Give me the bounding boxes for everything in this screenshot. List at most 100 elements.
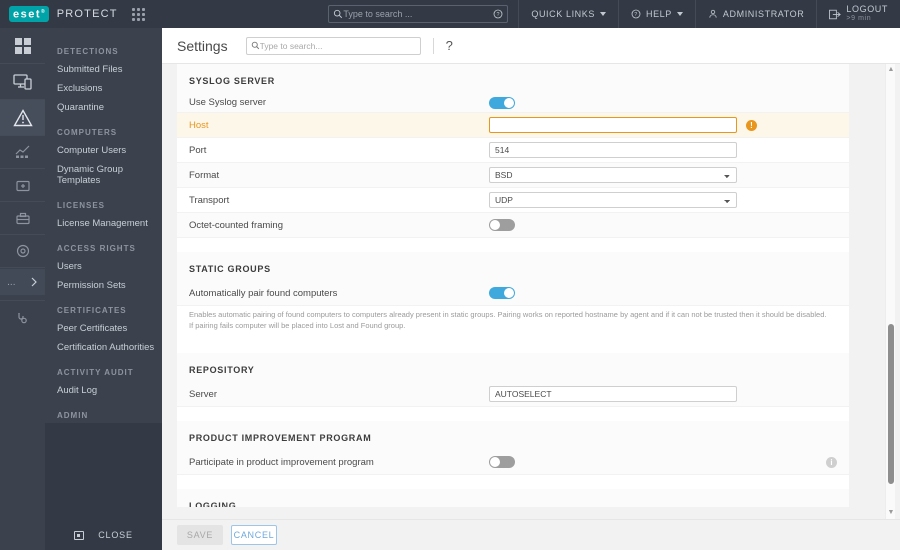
nav-group-certificates: CERTIFICATES xyxy=(57,306,127,315)
eset-logo-text: eset xyxy=(13,8,42,21)
sidebar-item-certification-authorities[interactable]: Certification Authorities xyxy=(45,338,162,357)
settings-scrollbar[interactable]: ▲ ▼ xyxy=(885,64,895,519)
label-repository-server: Server xyxy=(189,388,217,400)
icon-rail: ... xyxy=(0,28,45,550)
chevron-right-icon xyxy=(30,277,38,287)
main-area: Settings ? SYSLOG SERVER Use Syslog serv… xyxy=(162,28,900,550)
row-participate-product-improvement: Participate in product improvement progr… xyxy=(177,450,849,475)
scrollbar-thumb[interactable] xyxy=(888,324,894,484)
format-select[interactable]: BSD xyxy=(489,167,737,183)
policies-target-icon xyxy=(16,244,30,258)
row-port: Port xyxy=(177,138,849,163)
row-auto-pair-found-computers: Automatically pair found computers xyxy=(177,281,849,306)
logout-text-block: LOGOUT >9 min xyxy=(846,4,888,24)
repository-server-input[interactable] xyxy=(489,386,737,402)
nav-close-button[interactable]: CLOSE xyxy=(45,520,162,550)
quick-links-label: QUICK LINKS xyxy=(531,9,595,19)
question-circle-icon[interactable]: ? xyxy=(493,9,503,19)
dashboard-icon xyxy=(14,37,32,55)
label-transport: Transport xyxy=(189,194,230,206)
section-title-logging: LOGGING xyxy=(177,489,849,507)
sidebar-item-dynamic-group-templates[interactable]: Dynamic Group Templates xyxy=(45,160,162,190)
sidebar-item-quarantine[interactable]: Quarantine xyxy=(45,98,162,117)
nav-group-licenses: LICENSES xyxy=(57,201,106,210)
section-title-repository: REPOSITORY xyxy=(177,353,849,382)
rail-item-reports[interactable] xyxy=(0,136,45,169)
global-search-input[interactable] xyxy=(343,9,494,19)
eset-logo: eset® xyxy=(9,5,49,23)
rail-item-policies[interactable] xyxy=(0,235,45,268)
nav-panel: DETECTIONS Submitted Files Exclusions Qu… xyxy=(45,28,162,550)
logout-icon xyxy=(829,9,842,20)
product-name: PROTECT xyxy=(56,8,118,20)
search-icon xyxy=(251,41,260,50)
logout-timer: >9 min xyxy=(846,15,872,22)
settings-search-input[interactable] xyxy=(259,40,416,51)
rail-more-label: ... xyxy=(7,276,16,288)
nav-group-activity-audit: ACTIVITY AUDIT xyxy=(57,368,134,377)
label-auto-pair-found-computers: Automatically pair found computers xyxy=(189,287,338,299)
settings-search[interactable] xyxy=(245,36,421,55)
row-repository-server: Server xyxy=(177,382,849,407)
reports-chart-icon xyxy=(15,145,31,159)
section-spacer xyxy=(177,339,849,353)
user-icon xyxy=(708,9,718,19)
control-format: BSD xyxy=(489,167,837,183)
eset-logo-trademark: ® xyxy=(41,8,45,15)
rail-item-dashboard[interactable] xyxy=(0,28,45,64)
control-use-syslog-server xyxy=(489,96,837,109)
sidebar-item-exclusions[interactable]: Exclusions xyxy=(45,79,162,98)
rail-item-tasks[interactable] xyxy=(0,169,45,202)
rail-item-detections[interactable] xyxy=(0,100,45,136)
section-title-product-improvement-program: PRODUCT IMPROVEMENT PROGRAM xyxy=(177,421,849,450)
page-header: Settings ? xyxy=(162,28,900,64)
sidebar-item-users[interactable]: Users xyxy=(45,257,162,276)
row-use-syslog-server: Use Syslog server xyxy=(177,93,849,113)
host-input[interactable] xyxy=(489,117,737,133)
status-overview-icon xyxy=(16,311,30,325)
global-search[interactable]: ? xyxy=(328,5,509,23)
cancel-button[interactable]: CANCEL xyxy=(231,525,277,545)
nav-group-computers: COMPUTERS xyxy=(57,128,118,137)
nav-close-label: CLOSE xyxy=(98,530,133,540)
computers-icon xyxy=(12,73,33,91)
sidebar-item-peer-certificates[interactable]: Peer Certificates xyxy=(45,319,162,338)
section-spacer xyxy=(177,475,849,489)
app-grid-icon[interactable] xyxy=(131,7,145,21)
toggle-use-syslog-server[interactable] xyxy=(489,96,515,109)
nav-group-access-rights: ACCESS RIGHTS xyxy=(57,244,136,253)
quick-links-menu[interactable]: QUICK LINKS xyxy=(519,0,618,28)
installers-box-icon xyxy=(15,212,30,225)
control-host: ! xyxy=(489,117,837,133)
product-improvement-info-icon[interactable]: i xyxy=(826,456,837,468)
logout-button[interactable]: LOGOUT >9 min xyxy=(817,0,900,28)
caret-down-icon[interactable]: ▼ xyxy=(887,509,895,517)
caret-up-icon[interactable]: ▲ xyxy=(887,66,895,74)
rail-more-button[interactable]: ... xyxy=(0,269,45,295)
toggle-octet-counted-framing[interactable] xyxy=(489,219,515,231)
rail-item-status-overview[interactable] xyxy=(0,301,45,334)
transport-select[interactable]: UDP xyxy=(489,192,737,208)
control-auto-pair-found-computers xyxy=(489,287,837,299)
rail-item-installers[interactable] xyxy=(0,202,45,235)
svg-text:?: ? xyxy=(497,12,500,18)
toggle-auto-pair-found-computers[interactable] xyxy=(489,287,515,299)
chevron-down-icon xyxy=(599,12,606,16)
control-repository-server xyxy=(489,386,837,402)
help-circle-icon: ? xyxy=(631,9,641,19)
page-help-button[interactable]: ? xyxy=(446,38,453,53)
rail-item-computers[interactable] xyxy=(0,64,45,100)
sidebar-item-submitted-files[interactable]: Submitted Files xyxy=(45,60,162,79)
tasks-folder-icon xyxy=(15,179,30,192)
label-port: Port xyxy=(189,144,207,156)
save-button[interactable]: SAVE xyxy=(177,525,223,545)
port-input[interactable] xyxy=(489,142,737,158)
collapse-panel-icon xyxy=(74,530,85,540)
sidebar-item-permission-sets[interactable]: Permission Sets xyxy=(45,276,162,295)
help-menu[interactable]: ? HELP xyxy=(619,0,695,28)
sidebar-item-computer-users[interactable]: Computer Users xyxy=(45,141,162,160)
sidebar-item-license-management[interactable]: License Management xyxy=(45,214,162,233)
toggle-participate-product-improvement[interactable] xyxy=(489,456,515,468)
sidebar-item-audit-log[interactable]: Audit Log xyxy=(45,381,162,400)
administrator-menu[interactable]: ADMINISTRATOR xyxy=(696,0,816,28)
